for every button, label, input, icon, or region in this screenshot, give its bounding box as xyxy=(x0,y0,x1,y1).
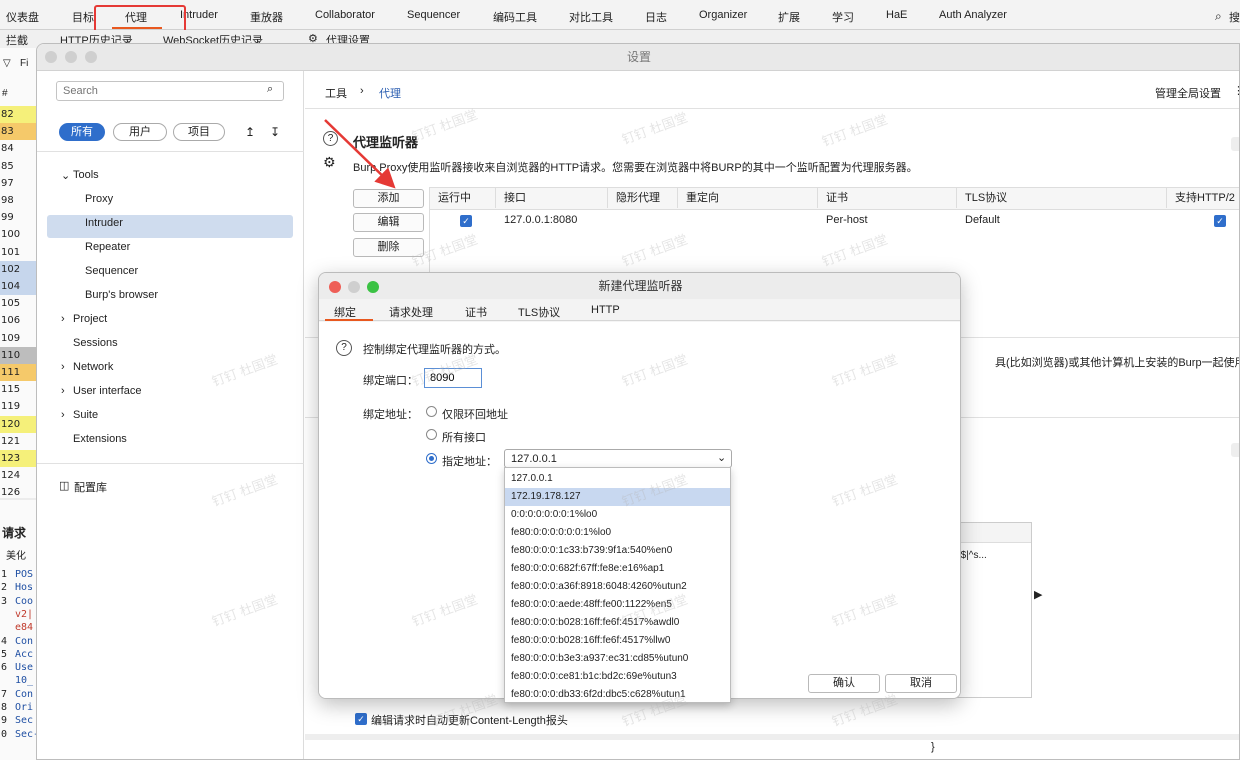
tab-tls-protocols[interactable]: TLS协议 xyxy=(518,304,560,320)
address-option[interactable]: fe80:0:0:0:db33:6f2d:dbc5:c628%utun1 xyxy=(505,686,730,704)
address-dropdown-list[interactable]: 127.0.0.1 172.19.178.127 0:0:0:0:0:0:0:1%l… xyxy=(504,467,731,703)
address-option[interactable]: fe80:0:0:0:ce81:b1c:bd2c:69e%utun3 xyxy=(505,668,730,686)
address-option[interactable]: fe80:0:0:0:b028:16ff:fe6f:4517%llw0 xyxy=(505,632,730,650)
arrow-to-add xyxy=(324,119,396,189)
address-select[interactable]: 127.0.0.1 ⌄ xyxy=(504,449,732,468)
address-option[interactable]: fe80:0:0:0:b028:16ff:fe6f:4517%awdl0 xyxy=(505,614,730,632)
address-select-value: 127.0.0.1 xyxy=(511,453,557,465)
radio-specific-address[interactable] xyxy=(426,453,437,464)
address-label: 绑定地址： xyxy=(363,409,418,421)
tab-request-handling[interactable]: 请求处理 xyxy=(389,304,433,320)
help-icon[interactable]: ? xyxy=(336,340,352,356)
address-option[interactable]: 0:0:0:0:0:0:0:1%lo0 xyxy=(505,506,730,524)
address-option[interactable]: fe80:0:0:0:0:0:0:1%lo0 xyxy=(505,524,730,542)
minimize-dialog-button[interactable] xyxy=(348,281,360,293)
dialog-tabs: 绑定 请求处理 证书 TLS协议 HTTP xyxy=(319,299,960,321)
address-option[interactable]: 127.0.0.1 xyxy=(505,470,730,488)
address-option[interactable]: 172.19.178.127 xyxy=(505,488,730,506)
dialog-help-text: 控制绑定代理监听器的方式。 xyxy=(363,344,506,356)
radio-all-label: 所有接口 xyxy=(442,432,486,444)
chevron-down-icon: ⌄ xyxy=(717,452,727,464)
ok-button[interactable]: 确认 xyxy=(808,674,880,693)
port-input[interactable] xyxy=(424,368,482,388)
active-tab-underline xyxy=(325,319,373,321)
zoom-dialog-button[interactable] xyxy=(367,281,379,293)
address-option[interactable]: fe80:0:0:0:aede:48ff:fe00:1122%en5 xyxy=(505,596,730,614)
cancel-button[interactable]: 取消 xyxy=(885,674,957,693)
radio-loopback[interactable] xyxy=(426,406,437,417)
address-option[interactable]: fe80:0:0:0:682f:67ff:fe8e:e16%ap1 xyxy=(505,560,730,578)
radio-loopback-label: 仅限环回地址 xyxy=(442,409,508,421)
port-label: 绑定端口： xyxy=(363,375,418,387)
radio-all-interfaces[interactable] xyxy=(426,429,437,440)
tab-certificate[interactable]: 证书 xyxy=(465,304,487,320)
close-dialog-button[interactable] xyxy=(329,281,341,293)
address-option[interactable]: fe80:0:0:0:b3e3:a937:ec31:cd85%utun0 xyxy=(505,650,730,668)
radio-specific-label: 指定地址： xyxy=(442,456,497,468)
tab-http[interactable]: HTTP xyxy=(591,304,620,316)
address-option[interactable]: fe80:0:0:0:a36f:8918:6048:4260%utun2 xyxy=(505,578,730,596)
address-option[interactable]: fe80:0:0:0:1c33:b739:9f1a:540%en0 xyxy=(505,542,730,560)
tab-binding[interactable]: 绑定 xyxy=(334,304,356,320)
dialog-title: 新建代理监听器 xyxy=(319,273,960,299)
